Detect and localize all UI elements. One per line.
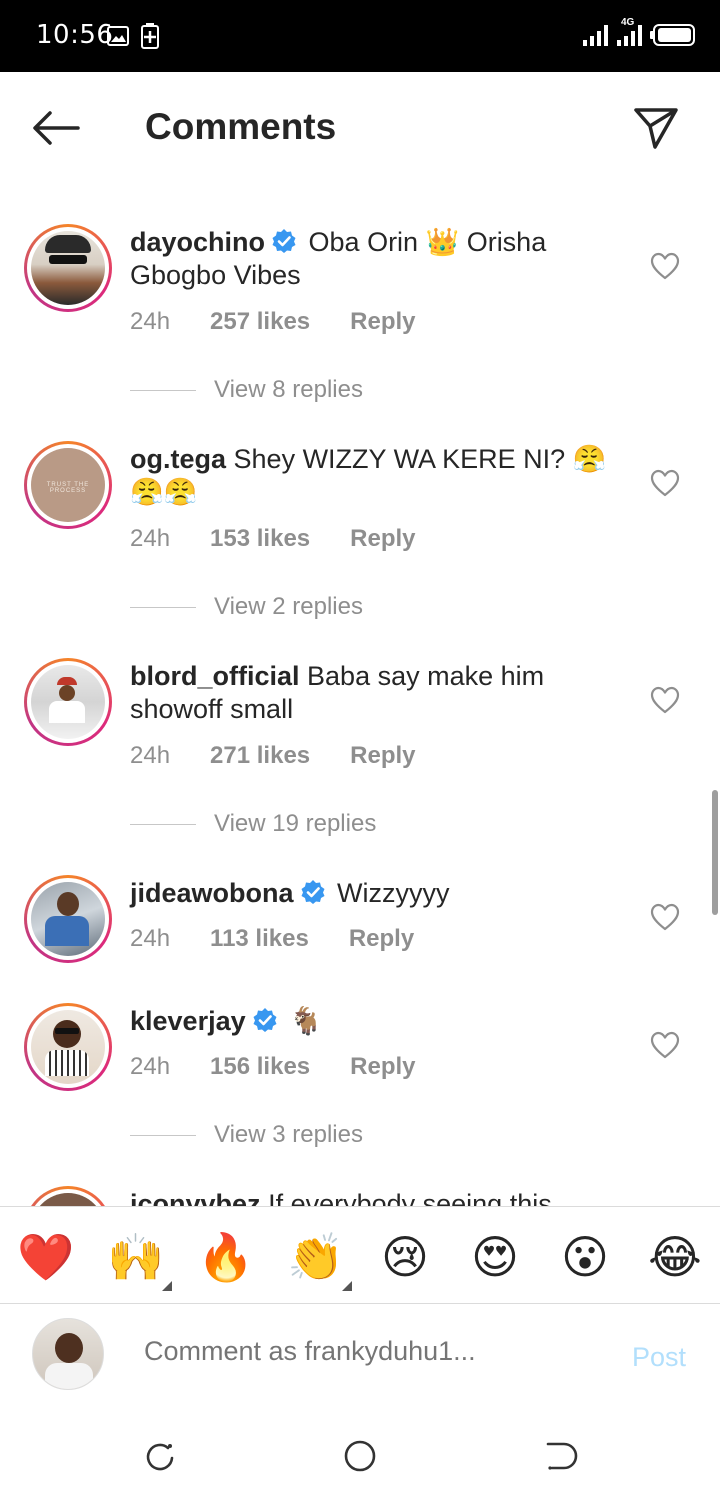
comment-username[interactable]: jideawobona: [130, 878, 294, 908]
view-replies-button[interactable]: View 19 replies: [130, 810, 376, 838]
avatar[interactable]: [24, 875, 112, 963]
comment-text: blord_official Baba say make him showoff…: [130, 660, 620, 726]
comment-likes[interactable]: 113 likes: [210, 925, 309, 953]
reaction-crying-icon[interactable]: 😢: [377, 1229, 433, 1285]
avatar[interactable]: [24, 1003, 112, 1091]
comment-text: dayochino Oba Orin 👑 Orisha Gbogbo Vibes: [130, 226, 620, 292]
more-variants-icon: [342, 1281, 352, 1291]
reply-button[interactable]: Reply: [350, 525, 415, 553]
view-replies-label: View 3 replies: [214, 1121, 363, 1148]
comment-meta: 24h 153 likes Reply: [130, 525, 456, 553]
comments-list[interactable]: dayochino Oba Orin 👑 Orisha Gbogbo Vibes…: [0, 182, 720, 1206]
signal-icon: [583, 25, 608, 46]
header: Comments: [0, 72, 720, 182]
avatar[interactable]: [24, 658, 112, 746]
comment-input[interactable]: [144, 1336, 584, 1367]
back-nav-icon[interactable]: [540, 1436, 580, 1476]
comment-likes[interactable]: 153 likes: [210, 525, 310, 553]
system-nav-bar: [0, 1408, 720, 1500]
scrollbar[interactable]: [712, 790, 718, 915]
heart-icon[interactable]: [650, 903, 680, 931]
reply-button[interactable]: Reply: [350, 742, 415, 770]
reaction-clap-icon[interactable]: 👏: [287, 1229, 344, 1285]
view-replies-button[interactable]: View 2 replies: [130, 593, 363, 621]
status-time: 10:56: [36, 20, 114, 50]
comment-meta: 24h 113 likes Reply: [130, 925, 454, 953]
comment-time: 24h: [130, 308, 171, 335]
comment-meta: 24h 156 likes Reply: [130, 1053, 456, 1081]
comment-username[interactable]: iconyvbez: [130, 1189, 261, 1206]
comment-likes[interactable]: 257 likes: [210, 308, 310, 336]
comment-text: og.tega Shey WIZZY WA KERE NI? 😤😤😤: [130, 443, 620, 509]
comment-username[interactable]: og.tega: [130, 444, 226, 474]
avatar[interactable]: [24, 224, 112, 312]
status-bar: 10:56 4G: [0, 0, 720, 72]
comment-body: If everybody seeing this: [268, 1189, 552, 1206]
comment-likes[interactable]: 271 likes: [210, 742, 310, 770]
reaction-heart-eyes-icon[interactable]: 😍: [467, 1229, 523, 1285]
reaction-heart-icon[interactable]: ❤️: [17, 1229, 74, 1285]
verified-badge-icon: [301, 880, 325, 904]
my-avatar: [32, 1318, 104, 1390]
comment-time: 24h: [130, 525, 171, 552]
comment-text: jideawobona Wizzyyyy: [130, 877, 620, 910]
comment-composer: Post: [0, 1304, 720, 1408]
heart-icon[interactable]: [650, 686, 680, 714]
comment-likes[interactable]: 156 likes: [210, 1053, 310, 1081]
heart-icon[interactable]: [650, 469, 680, 497]
share-button[interactable]: [628, 102, 684, 154]
reaction-fire-icon[interactable]: 🔥: [197, 1229, 254, 1285]
comment-time: 24h: [130, 1053, 171, 1080]
gallery-icon: [107, 26, 129, 46]
avatar[interactable]: TRUST THE PROCESS: [24, 441, 112, 529]
arrow-left-icon: [33, 111, 80, 145]
more-variants-icon: [162, 1281, 172, 1291]
network-label: 4G: [621, 17, 635, 28]
battery-icon: [650, 24, 695, 46]
comment-text: iconyvbez If everybody seeing this: [130, 1188, 620, 1206]
reaction-surprised-icon[interactable]: 😮: [557, 1229, 613, 1285]
reply-button[interactable]: Reply: [350, 308, 415, 336]
comment-body: 🐐: [289, 1006, 323, 1036]
verified-badge-icon: [253, 1008, 277, 1032]
comment-meta: 24h 271 likes Reply: [130, 742, 456, 770]
battery-saver-icon: [141, 23, 159, 49]
reaction-raised-hands-icon[interactable]: 🙌: [107, 1229, 164, 1285]
comment-body: Wizzyyyy: [337, 878, 450, 908]
paper-plane-icon: [634, 108, 678, 149]
view-replies-label: View 8 replies: [214, 376, 363, 403]
page-title: Comments: [145, 106, 337, 147]
view-replies-button[interactable]: View 8 replies: [130, 376, 363, 404]
home-icon[interactable]: [340, 1436, 380, 1476]
reaction-laughing-icon[interactable]: 😂: [647, 1229, 703, 1285]
post-button[interactable]: Post: [632, 1342, 686, 1373]
avatar[interactable]: [24, 1186, 112, 1206]
heart-icon[interactable]: [650, 252, 680, 280]
comment-username[interactable]: kleverjay: [130, 1006, 246, 1036]
recent-apps-icon[interactable]: [140, 1436, 180, 1476]
comment-meta: 24h 257 likes Reply: [130, 308, 456, 336]
reply-button[interactable]: Reply: [350, 1053, 415, 1081]
comment-username[interactable]: blord_official: [130, 661, 300, 691]
view-replies-button[interactable]: View 3 replies: [130, 1121, 363, 1149]
comment-username[interactable]: dayochino: [130, 227, 265, 257]
view-replies-label: View 19 replies: [214, 810, 377, 837]
comment-text: kleverjay 🐐: [130, 1005, 620, 1038]
heart-icon[interactable]: [650, 1031, 680, 1059]
back-button[interactable]: [28, 104, 84, 152]
reply-button[interactable]: Reply: [349, 925, 414, 953]
comment-time: 24h: [130, 742, 171, 769]
comment-time: 24h: [130, 925, 171, 952]
verified-badge-icon: [272, 229, 296, 253]
view-replies-label: View 2 replies: [214, 593, 363, 620]
quick-reactions-bar: ❤️ 🙌 🔥 👏 😢 😍 😮 😂: [0, 1206, 720, 1304]
